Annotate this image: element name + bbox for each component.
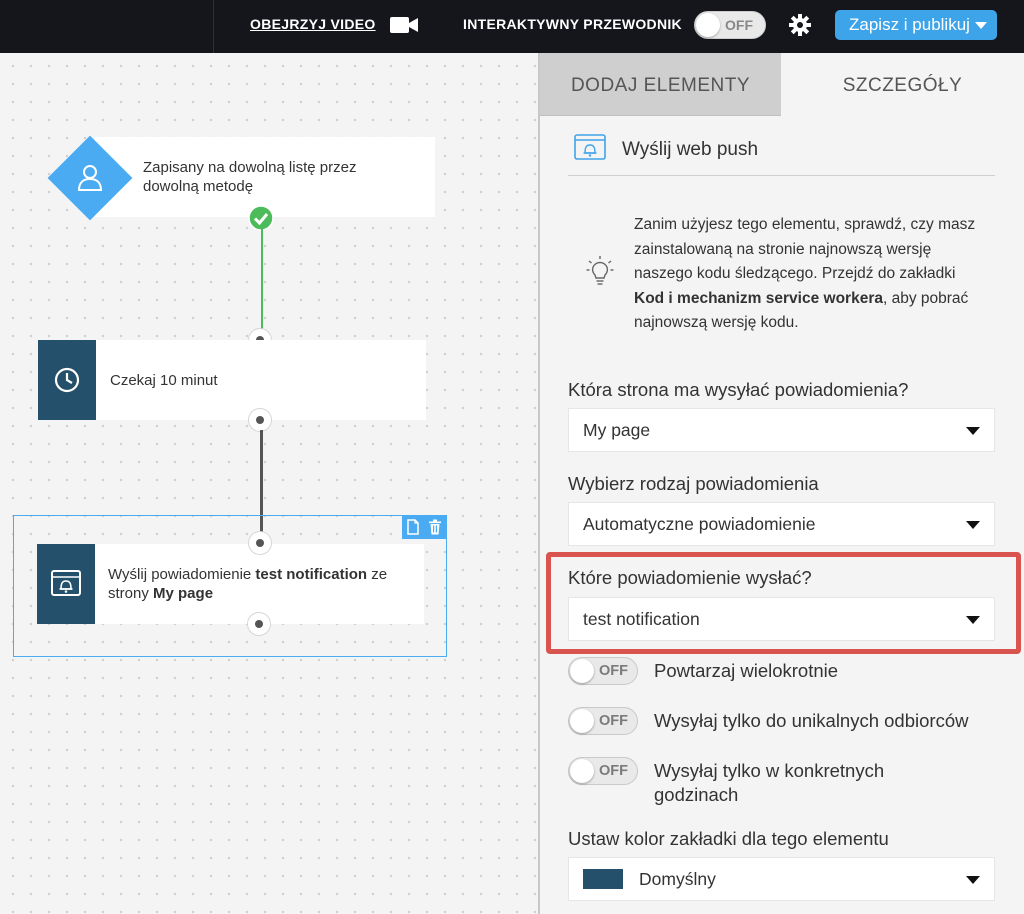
toggle-state: OFF bbox=[599, 663, 628, 679]
info-text-bold: Kod i mechanizm service workera bbox=[634, 289, 883, 307]
toggle-knob bbox=[570, 659, 594, 683]
info-text-before: Zanim użyjesz tego elementu, sprawdź, cz… bbox=[634, 216, 976, 282]
notification-type-label: Wybierz rodzaj powiadomienia bbox=[568, 473, 819, 494]
toggle-state: OFF bbox=[599, 763, 628, 779]
connector-dot[interactable] bbox=[248, 408, 272, 432]
section-title: Wyślij web push bbox=[622, 139, 759, 160]
color-select-label: Ustaw kolor zakładki dla tego elementu bbox=[568, 828, 889, 849]
topbar-divider bbox=[213, 0, 214, 53]
toggle-knob bbox=[696, 13, 720, 37]
color-swatch bbox=[583, 869, 623, 889]
save-and-publish-button[interactable]: Zapisz i publikuj bbox=[835, 10, 997, 40]
chevron-down-icon bbox=[975, 22, 987, 29]
connection-line-success bbox=[261, 226, 263, 331]
toggle-knob bbox=[570, 709, 594, 733]
toggle-state: OFF bbox=[725, 17, 753, 33]
notification-type-select[interactable]: Automatyczne powiadomienie bbox=[568, 502, 995, 546]
chevron-down-icon bbox=[966, 876, 980, 884]
repeat-toggle-label: Powtarzaj wielokrotnie bbox=[654, 660, 839, 681]
page-select[interactable]: My page bbox=[568, 408, 995, 452]
chevron-down-icon bbox=[966, 427, 980, 435]
gear-icon[interactable] bbox=[788, 13, 812, 37]
page-select-value: My page bbox=[583, 420, 651, 440]
trash-icon[interactable] bbox=[428, 519, 442, 535]
specific-hours-toggle[interactable]: OFF bbox=[568, 757, 638, 785]
toggle-state: OFF bbox=[599, 713, 628, 729]
trigger-text: Zapisany na dowolną listę przez dowolną … bbox=[143, 159, 357, 195]
unique-recipients-label: Wysyłaj tylko do unikalnych odbiorców bbox=[654, 710, 969, 731]
color-select-value: Domyślny bbox=[639, 869, 716, 889]
chevron-down-icon bbox=[966, 521, 980, 529]
push-node-text: Wyślij powiadomienie test notification z… bbox=[108, 565, 418, 603]
lightbulb-icon bbox=[586, 256, 614, 285]
copy-icon[interactable] bbox=[406, 519, 420, 535]
wait-text: Czekaj 10 minut bbox=[110, 372, 218, 389]
interactive-guide-label: INTERAKTYWNY PRZEWODNIK bbox=[463, 16, 682, 32]
connector-dot[interactable] bbox=[247, 612, 271, 636]
tab-add-elements[interactable]: DODAJ ELEMENTY bbox=[540, 53, 781, 116]
interactive-guide-toggle[interactable]: OFF bbox=[694, 11, 766, 39]
unique-recipients-toggle[interactable]: OFF bbox=[568, 707, 638, 735]
web-push-icon bbox=[574, 134, 606, 160]
push-page-name: My page bbox=[153, 585, 214, 602]
web-push-icon bbox=[51, 570, 81, 596]
clock-icon bbox=[54, 367, 80, 393]
info-message: Zanim użyjesz tego elementu, sprawdź, cz… bbox=[634, 213, 984, 336]
push-notification-name: test notification bbox=[255, 566, 368, 583]
specific-hours-label: Wysyłaj tylko w konkretnych godzinach bbox=[654, 760, 885, 805]
video-camera-icon[interactable] bbox=[389, 15, 419, 35]
wait-node-card[interactable] bbox=[38, 340, 426, 420]
connector-dot[interactable] bbox=[248, 531, 272, 555]
push-text-prefix: Wyślij powiadomienie bbox=[108, 566, 256, 583]
publish-label: Zapisz i publikuj bbox=[849, 15, 970, 34]
tab-details[interactable]: SZCZEGÓŁY bbox=[781, 53, 1024, 116]
page-select-label: Która strona ma wysyłać powiadomienia? bbox=[568, 379, 909, 400]
user-icon bbox=[77, 165, 103, 191]
notification-type-value: Automatyczne powiadomienie bbox=[583, 514, 816, 534]
toggle-knob bbox=[570, 759, 594, 783]
highlight-box bbox=[546, 552, 1021, 654]
watch-video-link[interactable]: OBEJRZYJ VIDEO bbox=[250, 16, 376, 32]
color-select[interactable]: Domyślny bbox=[568, 857, 995, 901]
repeat-toggle[interactable]: OFF bbox=[568, 657, 638, 685]
